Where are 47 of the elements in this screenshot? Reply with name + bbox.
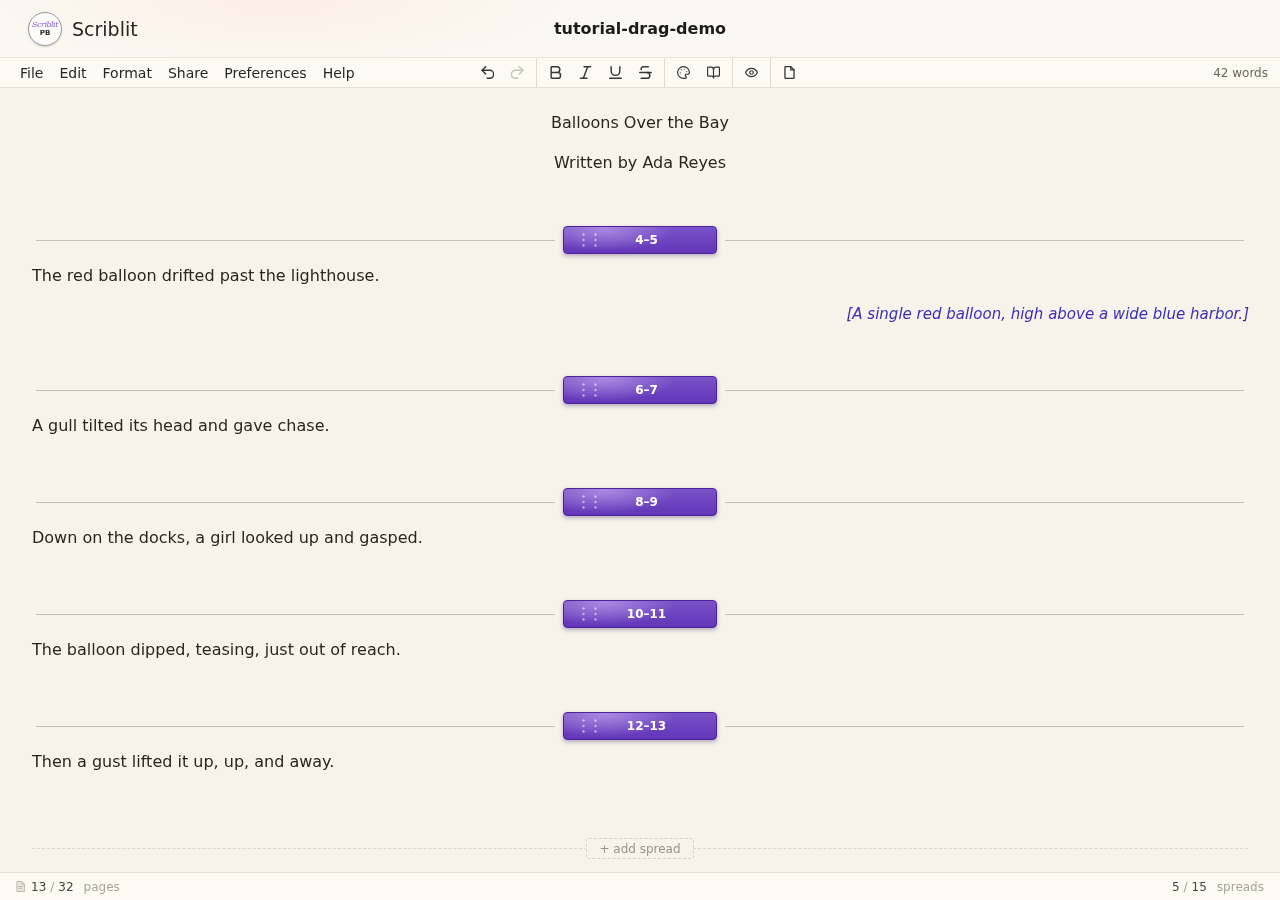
page-icon: [16, 881, 25, 892]
spread-handle[interactable]: 8–9: [563, 488, 717, 516]
book-title: Balloons Over the Bay: [551, 112, 729, 134]
grip-icon: [582, 607, 597, 621]
italic-icon: [578, 66, 592, 79]
menu-item[interactable]: Preferences: [216, 58, 315, 87]
illustration-note: [A single red balloon, high above a wide blue harbor.]: [846, 304, 1249, 325]
strikethrough-icon: [638, 66, 652, 79]
logo-script-text: Scriblit: [32, 20, 58, 29]
menu-item[interactable]: Format: [94, 58, 160, 87]
spread-handle[interactable]: 10–11: [563, 600, 717, 628]
app-name: Scriblit: [72, 17, 138, 40]
total-spread-count: 15: [1191, 879, 1207, 894]
spread-text: A gull tilted its head and gave chase.: [32, 415, 330, 437]
spread-handle[interactable]: 6–7: [563, 376, 717, 404]
spreads-label: spreads: [1216, 879, 1264, 894]
grip-icon: [582, 233, 597, 247]
spread-text: The balloon dipped, teasing, just out of reach.: [32, 639, 401, 661]
pages-label: pages: [83, 879, 120, 894]
spread-text: Then a gust lifted it up, up, and away.: [32, 751, 335, 773]
spread-text: Down on the docks, a girl looked up and gasped.: [32, 527, 423, 549]
grip-icon: [582, 383, 597, 397]
menu-item[interactable]: Edit: [51, 58, 95, 87]
count-separator: /: [50, 879, 55, 894]
count-separator: /: [1183, 879, 1188, 894]
current-spread-count: 5: [1171, 879, 1180, 894]
eye-icon: [744, 66, 758, 79]
underline-icon: [608, 66, 622, 79]
word-count: 42 words: [1213, 65, 1268, 80]
book-icon: [706, 66, 720, 79]
undo-icon: [480, 66, 494, 79]
spread-handle[interactable]: 4–5: [563, 226, 717, 254]
menu-item[interactable]: File: [12, 58, 52, 87]
current-page-count: 13: [31, 879, 47, 894]
palette-icon: [676, 66, 690, 79]
spread-handle[interactable]: 12–13: [563, 712, 717, 740]
bold-icon: [548, 66, 562, 79]
page-icon: [782, 66, 796, 79]
document-title: tutorial-drag-demo: [553, 19, 727, 38]
book-byline: Written by Ada Reyes: [553, 152, 727, 174]
total-page-count: 32: [58, 879, 74, 894]
grip-icon: [582, 719, 597, 733]
menu-item[interactable]: Help: [314, 58, 363, 87]
menu-item[interactable]: Share: [159, 58, 217, 87]
spread-text: The red balloon drifted past the lighthouse.: [32, 265, 380, 287]
redo-icon: [510, 66, 524, 79]
grip-icon: [582, 495, 597, 509]
